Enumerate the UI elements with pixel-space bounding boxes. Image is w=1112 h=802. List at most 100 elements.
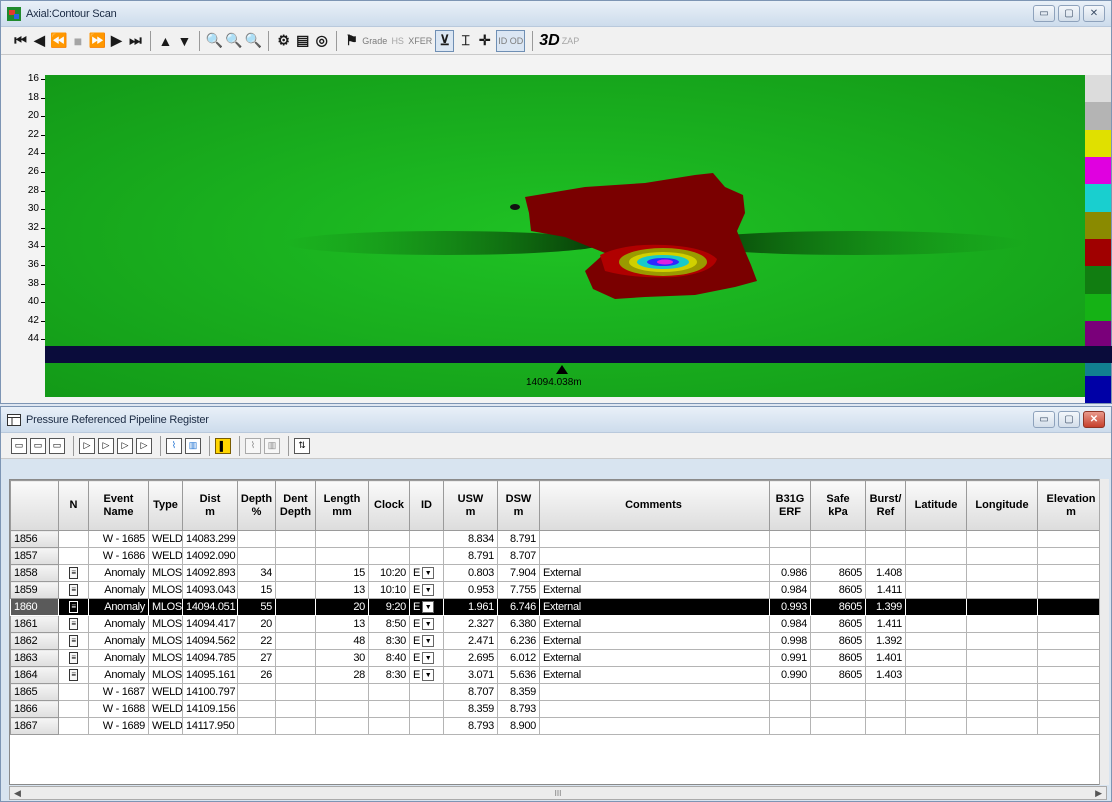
cell-b31g[interactable]: [769, 700, 811, 718]
idod-button[interactable]: ID OD: [496, 29, 526, 52]
doc-arrow-icon[interactable]: ▷: [98, 437, 114, 454]
cell-lon[interactable]: [966, 581, 1038, 599]
cell-id[interactable]: [409, 530, 444, 548]
cell-burst[interactable]: [865, 547, 906, 565]
cell-dist[interactable]: 14094.785: [182, 649, 238, 667]
cell-type[interactable]: MLOS: [148, 598, 183, 616]
cell-clock[interactable]: [368, 683, 410, 701]
cell-dsw[interactable]: 6.380: [497, 615, 540, 633]
cell-burst[interactable]: 1.411: [865, 615, 906, 633]
cell-length[interactable]: [315, 700, 369, 718]
cell-safe[interactable]: 8605: [810, 666, 866, 684]
cell-dent[interactable]: [275, 632, 316, 650]
note-icon[interactable]: ≡: [69, 652, 78, 665]
position-band[interactable]: [45, 346, 1112, 363]
doc-arrow-icon[interactable]: ▷: [117, 437, 133, 454]
cell-clock[interactable]: 8:30: [368, 632, 410, 650]
cell-clock[interactable]: 8:50: [368, 615, 410, 633]
cell-dent[interactable]: [275, 530, 316, 548]
cell-dsw[interactable]: 7.904: [497, 564, 540, 582]
scroll-thumb[interactable]: III: [555, 789, 562, 798]
cell-length[interactable]: 20: [315, 598, 369, 616]
doc-arrow-icon[interactable]: ▷: [136, 437, 152, 454]
cell-usw[interactable]: 1.961: [443, 598, 498, 616]
cell-type[interactable]: WELD: [148, 700, 183, 718]
cell-event[interactable]: W - 1685: [88, 530, 149, 548]
cell-clock[interactable]: 10:20: [368, 564, 410, 582]
scroll-right-icon[interactable]: ▶: [1095, 788, 1102, 799]
cell-rn[interactable]: 1861: [10, 615, 59, 633]
cell-b31g[interactable]: [769, 683, 811, 701]
crosshair-icon[interactable]: ✛: [475, 30, 494, 52]
column-header[interactable]: Elevation m: [1037, 480, 1102, 531]
xfer-button[interactable]: XFER: [407, 30, 433, 52]
fast-forward-icon[interactable]: ⏩: [87, 30, 106, 52]
position-marker-icon[interactable]: [556, 365, 568, 374]
cell-dsw[interactable]: 8.900: [497, 717, 540, 735]
table-row[interactable]: 1867 W - 1689 WELD 14117.950 8.793 8.900: [10, 717, 1102, 735]
cell-type[interactable]: MLOS: [148, 581, 183, 599]
cell-comments[interactable]: External: [539, 598, 770, 616]
cell-n[interactable]: [58, 717, 89, 735]
cell-depth[interactable]: 26: [237, 666, 276, 684]
cell-burst[interactable]: [865, 717, 906, 735]
cell-n[interactable]: ≡: [58, 564, 89, 582]
cell-dist[interactable]: 14095.161: [182, 666, 238, 684]
cell-safe[interactable]: [810, 717, 866, 735]
cell-elev[interactable]: [1037, 564, 1102, 582]
cell-dist[interactable]: 14092.893: [182, 564, 238, 582]
cell-comments[interactable]: External: [539, 632, 770, 650]
cell-id[interactable]: E ▼: [409, 632, 444, 650]
cell-event[interactable]: Anomaly: [88, 615, 149, 633]
column-header[interactable]: Safe kPa: [810, 480, 866, 531]
cell-comments[interactable]: External: [539, 666, 770, 684]
column-header[interactable]: Burst/Ref: [865, 480, 906, 531]
cell-usw[interactable]: 8.359: [443, 700, 498, 718]
cell-lon[interactable]: [966, 666, 1038, 684]
cell-n[interactable]: ≡: [58, 632, 89, 650]
cell-rn[interactable]: 1867: [10, 717, 59, 735]
column-header[interactable]: Dist m: [182, 480, 238, 531]
table-row[interactable]: 1860 ≡ Anomaly MLOS 14094.051 55 20 9:20 E ▼ 1.961…: [10, 598, 1102, 616]
table-row[interactable]: 1858 ≡ Anomaly MLOS 14092.893 34 15 10:20 E ▼ 0.80…: [10, 564, 1102, 582]
cell-usw[interactable]: 8.793: [443, 717, 498, 735]
cell-burst[interactable]: 1.392: [865, 632, 906, 650]
cell-event[interactable]: Anomaly: [88, 666, 149, 684]
minimize-button[interactable]: ▭: [1033, 5, 1055, 22]
cell-n[interactable]: ≡: [58, 649, 89, 667]
cell-comments[interactable]: External: [539, 581, 770, 599]
cell-dist[interactable]: 14117.950: [182, 717, 238, 735]
cell-lat[interactable]: [905, 581, 967, 599]
maximize-button[interactable]: ▢: [1058, 5, 1080, 22]
cell-dist[interactable]: 14092.090: [182, 547, 238, 565]
cell-rn[interactable]: 1857: [10, 547, 59, 565]
bar-chart-icon[interactable]: ▥: [185, 437, 201, 454]
chart-disabled-icon[interactable]: ▥: [264, 437, 280, 454]
cell-type[interactable]: WELD: [148, 717, 183, 735]
register-titlebar[interactable]: Pressure Referenced Pipeline Register ▭ …: [1, 407, 1111, 433]
cell-comments[interactable]: [539, 717, 770, 735]
note-icon[interactable]: ≡: [69, 635, 78, 648]
cell-length[interactable]: 28: [315, 666, 369, 684]
cell-safe[interactable]: [810, 683, 866, 701]
cell-comments[interactable]: [539, 700, 770, 718]
cell-dist[interactable]: 14094.051: [182, 598, 238, 616]
cell-b31g[interactable]: [769, 530, 811, 548]
cell-elev[interactable]: [1037, 700, 1102, 718]
cell-dsw[interactable]: 7.755: [497, 581, 540, 599]
cell-n[interactable]: [58, 700, 89, 718]
report-icon[interactable]: ▤: [293, 30, 312, 52]
cell-n[interactable]: ≡: [58, 615, 89, 633]
cell-length[interactable]: [315, 547, 369, 565]
cell-burst[interactable]: 1.408: [865, 564, 906, 582]
column-header[interactable]: Event Name: [88, 480, 149, 531]
scroll-left-icon[interactable]: ◀: [14, 788, 21, 799]
cell-length[interactable]: 30: [315, 649, 369, 667]
grade-button[interactable]: Grade: [361, 30, 388, 52]
cell-event[interactable]: W - 1689: [88, 717, 149, 735]
cell-usw[interactable]: 8.707: [443, 683, 498, 701]
doc-copy-icon[interactable]: ▭: [30, 437, 46, 454]
cell-id[interactable]: E ▼: [409, 615, 444, 633]
doc-export-icon[interactable]: ▭: [49, 437, 65, 454]
cell-depth[interactable]: 55: [237, 598, 276, 616]
